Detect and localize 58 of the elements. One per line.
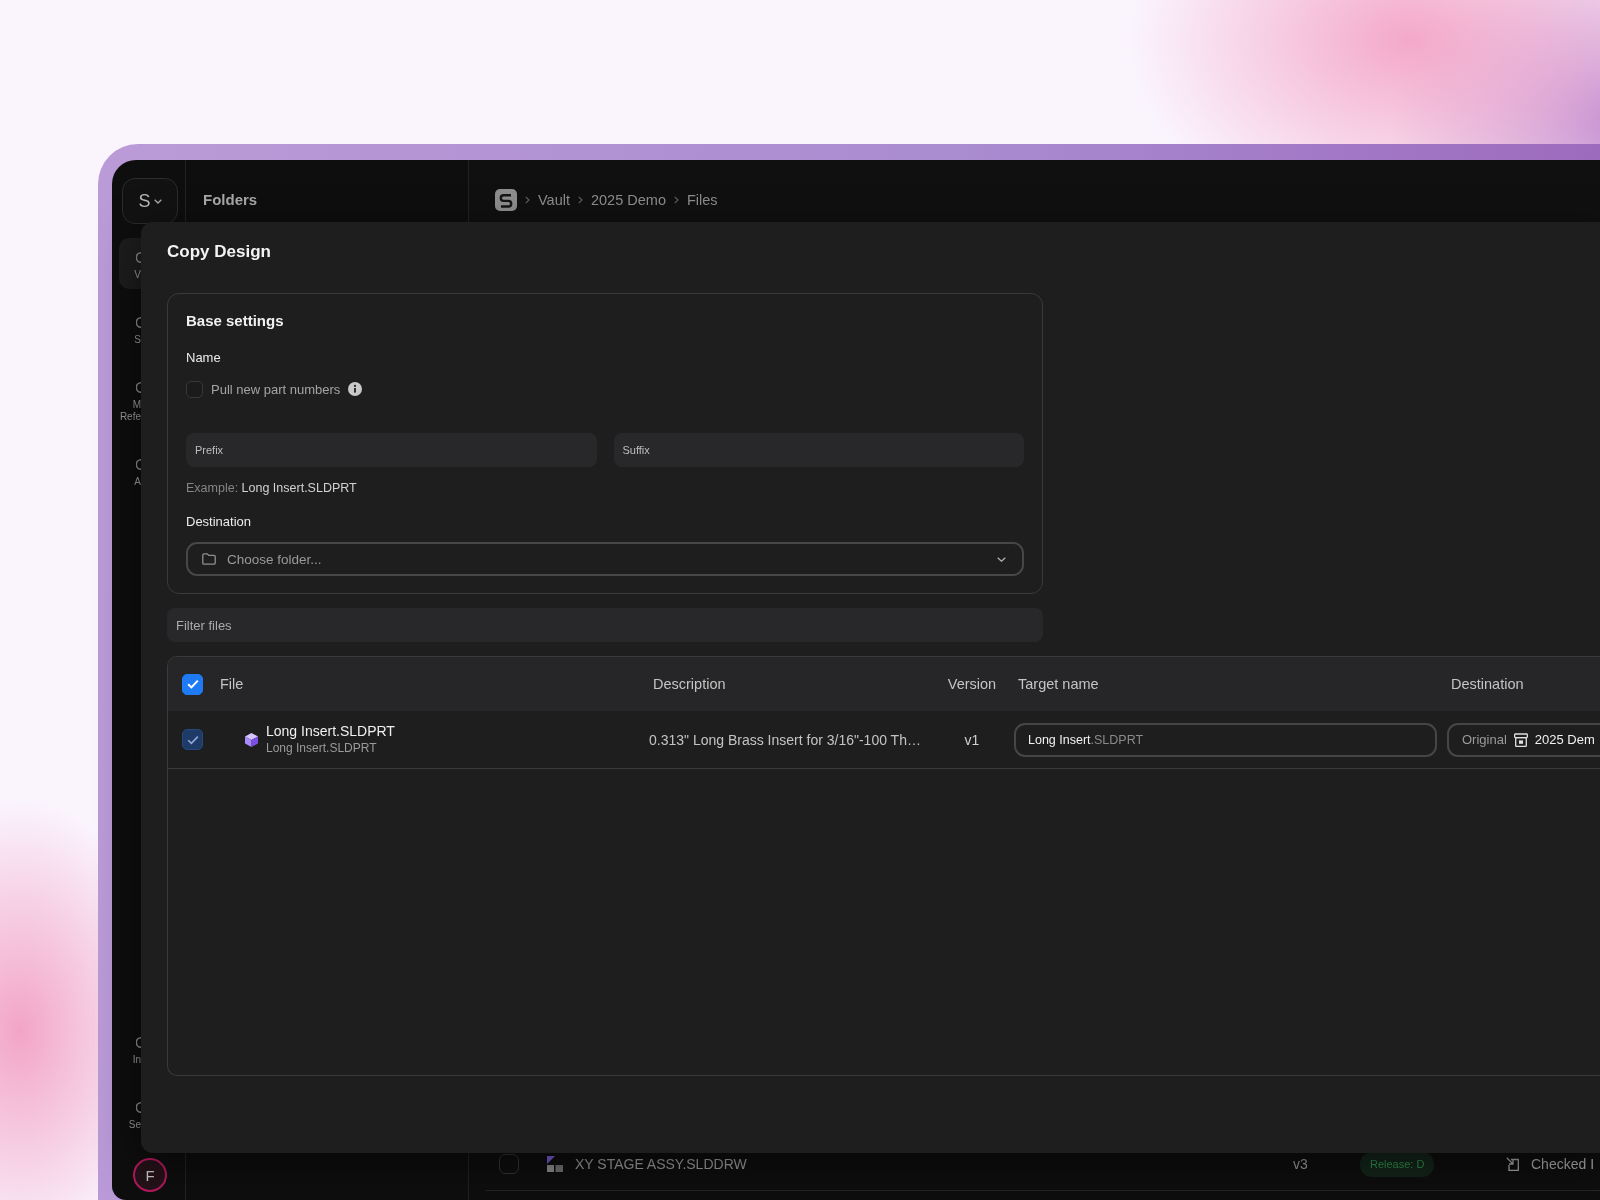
- breadcrumb-link[interactable]: 2025 Demo: [591, 192, 666, 208]
- state-badge: Release: D: [1360, 1151, 1435, 1177]
- nav-item[interactable]: Se: [119, 1088, 141, 1139]
- column-header[interactable]: Target name: [1018, 676, 1099, 692]
- chevron-down-icon: [153, 198, 162, 204]
- chevron-down-icon: [997, 556, 1006, 562]
- section-title: Base settings: [186, 311, 285, 331]
- prefix-field[interactable]: Prefix: [186, 433, 597, 467]
- partial-icon: [136, 252, 141, 263]
- version-text: v3: [1293, 1156, 1309, 1172]
- dialog-title: Copy Design: [167, 241, 272, 263]
- checkbox-label[interactable]: Pull new part numbers: [211, 381, 341, 397]
- folder-icon: [202, 553, 216, 565]
- status-text: Checked I: [1531, 1156, 1595, 1172]
- cube-icon: [245, 732, 258, 747]
- example-text: Example: Long Insert.SLDPRT: [186, 480, 358, 496]
- user-avatar[interactable]: F: [133, 1158, 167, 1192]
- checkmark-icon: [186, 679, 199, 689]
- field-label: Destination: [186, 514, 253, 530]
- nav-item[interactable]: A: [119, 445, 141, 496]
- nav-item[interactable]: S: [119, 303, 141, 354]
- box-arrow-icon: [1506, 1157, 1520, 1171]
- file-name: XY STAGE ASSY.SLDDRW: [575, 1156, 748, 1172]
- partial-icon: [136, 1102, 141, 1113]
- column-header[interactable]: File: [220, 676, 244, 692]
- panel-title: Folders: [203, 190, 259, 210]
- filter-field[interactable]: Filter files: [167, 608, 1043, 642]
- partial-icon: [136, 459, 141, 470]
- column-header[interactable]: Destination: [1451, 676, 1524, 692]
- nav-item[interactable]: In: [119, 1023, 141, 1074]
- checkbox[interactable]: [182, 673, 203, 695]
- folder-select[interactable]: Choose folder...: [186, 542, 1024, 576]
- checkbox[interactable]: [186, 380, 203, 398]
- shapes-icon: [547, 1156, 563, 1172]
- chevron-right-icon: [673, 196, 679, 204]
- checkbox[interactable]: [499, 1154, 519, 1174]
- suffix-field[interactable]: Suffix: [613, 433, 1024, 467]
- partial-icon: [136, 1037, 141, 1048]
- chevron-right-icon: [578, 196, 583, 204]
- workspace-button[interactable]: S: [122, 178, 178, 224]
- file-subname: Long Insert.SLDPRT: [266, 741, 378, 756]
- chevron-right-icon: [525, 196, 530, 204]
- partial-icon: [136, 317, 141, 328]
- description-cell: 0.313" Long Brass Insert for 3/16"-100 Th…: [649, 731, 921, 748]
- breadcrumb-link[interactable]: Files: [686, 192, 718, 208]
- version-cell: v1: [964, 731, 980, 748]
- column-header[interactable]: Version: [947, 676, 997, 692]
- breadcrumb-link[interactable]: Vault: [538, 192, 570, 208]
- field-label: Name: [186, 350, 222, 366]
- file-name: Long Insert.SLDPRT: [266, 723, 395, 740]
- logo-icon[interactable]: [495, 189, 517, 211]
- archive-box-icon: [1513, 732, 1528, 747]
- checkmark-icon: [186, 734, 199, 745]
- nav-item[interactable]: M Refe: [119, 368, 141, 431]
- partial-icon: [136, 382, 141, 393]
- column-header[interactable]: Description: [653, 676, 726, 692]
- nav-item[interactable]: V: [119, 238, 141, 289]
- info-icon[interactable]: [348, 382, 363, 396]
